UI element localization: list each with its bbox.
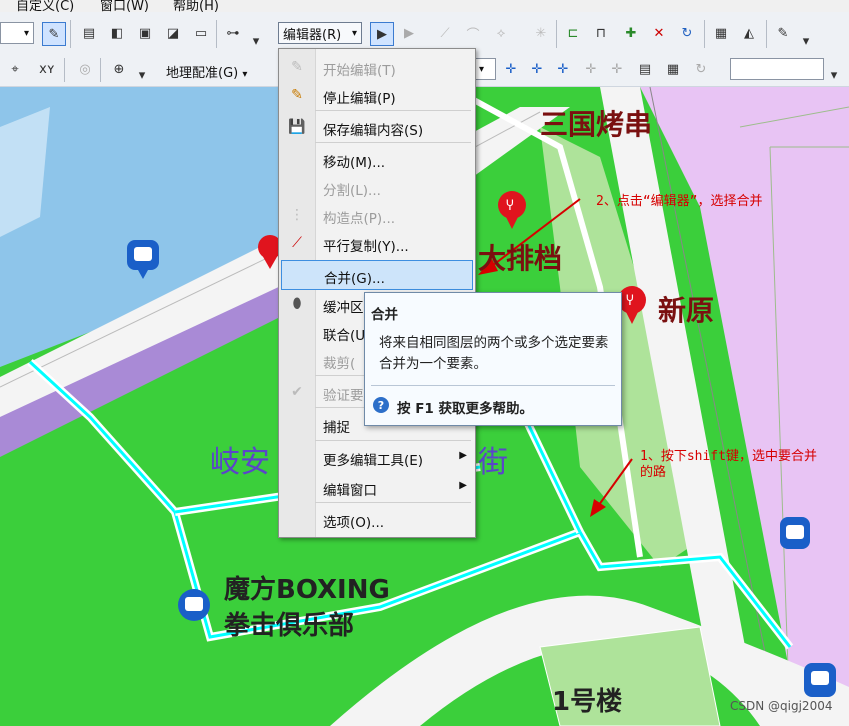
annotation-step1-line1: 1、按下shift键，选中要合并 (640, 449, 817, 464)
end-point-arc-icon[interactable]: ⌒ (462, 22, 484, 44)
cut-polygons-icon[interactable]: ✚ (620, 22, 642, 44)
editor-dropdown-label: 编辑器(R) (283, 27, 342, 43)
trace-icon[interactable]: ⟡ (490, 22, 512, 44)
tooltip-title: 合并 (371, 307, 398, 323)
create-features-icon[interactable]: ✎ (772, 22, 794, 44)
add-control-points-3-icon[interactable]: ✛ (552, 58, 574, 80)
view-link-table-icon[interactable]: ▤ (634, 58, 656, 80)
pencil-stop-icon: ✎ (291, 87, 303, 103)
chevron-down-icon: ▾ (242, 69, 248, 80)
toolbox-icon[interactable]: ◪ (162, 22, 184, 44)
zoom-to-link-icon[interactable]: ✛ (606, 58, 628, 80)
copy-parallel-icon: ⟋ (292, 235, 302, 251)
xy-icon[interactable]: ⅹʏ (36, 58, 58, 80)
menu-help[interactable]: 帮助(H) (173, 0, 219, 12)
model-builder-icon[interactable]: ⊶ (222, 22, 244, 44)
annotation-step1-line2: 的路 (640, 465, 667, 480)
annotation-step2: 2、点击“编辑器”，选择合并 (596, 194, 763, 209)
select-features-icon[interactable]: ✎ (42, 22, 66, 46)
toolbar-overflow-icon[interactable]: ▾ (828, 64, 840, 86)
merge-tooltip: 合并 将来自相同图层的两个或多个选定要素合并为一个要素。 ? 按 F1 获取更多… (364, 292, 622, 426)
map-label-sanguo: 三国烤串 (540, 108, 653, 141)
edit-tool-icon[interactable]: ▶ (370, 22, 394, 46)
layer-dropdown[interactable]: ▾ (474, 58, 496, 80)
chevron-right-icon: ▶ (459, 480, 467, 491)
rotate-raster-icon[interactable]: ↻ (690, 58, 712, 80)
menu-item-move[interactable]: 移动(M)... (279, 145, 475, 173)
add-control-points-icon[interactable]: ✛ (500, 58, 522, 80)
georef-dropdown[interactable]: 地理配准(G) ▾ (166, 62, 247, 81)
menu-bar: 自定义(C) 窗口(W) 帮助(H) (0, 0, 849, 12)
edit-annotation-icon[interactable]: ▶ (398, 22, 420, 44)
bus-stop-marker-2 (178, 589, 210, 621)
georef-dropdown-label: 地理配准(G) (166, 66, 239, 81)
chevron-down-icon: ▾ (479, 63, 485, 75)
toolbar-overflow-icon[interactable]: ▾ (136, 64, 148, 86)
edit-vertices-icon[interactable]: ⊏ (562, 22, 584, 44)
map-label-xinyuan: 新原 (658, 294, 715, 327)
construct-points-icon: ⋮ (290, 207, 304, 223)
link-table-icon[interactable]: ▦ (662, 58, 684, 80)
menu-item-split[interactable]: 分割(L)... (279, 173, 475, 201)
map-label-boxing-line2: 拳击俱乐部 (224, 611, 355, 641)
map-label-building: 1号楼 (552, 687, 623, 717)
bus-stop-marker-4 (804, 663, 836, 697)
tooltip-help-text: 按 F1 获取更多帮助。 (397, 401, 534, 417)
poi-pin-sanguo: Ⴤ (498, 191, 526, 229)
editor-dropdown[interactable]: 编辑器(R) ▾ (278, 22, 362, 44)
pan-icon[interactable]: ⌖ (4, 58, 26, 80)
split-icon[interactable]: ✕ (648, 22, 670, 44)
menu-item-construct-points[interactable]: ⋮ 构造点(P)... (279, 201, 475, 229)
pencil-icon: ✎ (291, 59, 303, 75)
menu-item-stop-editing[interactable]: ✎ 停止编辑(P) (279, 81, 475, 109)
menu-item-merge[interactable]: 合并(G)... (281, 260, 473, 290)
menu-item-start-editing[interactable]: ✎ 开始编辑(T) (279, 53, 475, 81)
scale-dropdown[interactable]: ▾ (0, 22, 34, 44)
sketch-properties-icon[interactable]: ◭ (738, 22, 760, 44)
menu-item-save-edits[interactable]: 💾 保存编辑内容(S) (279, 113, 475, 141)
bus-stop-marker-3 (780, 517, 810, 549)
search-input[interactable] (730, 58, 824, 80)
chevron-right-icon: ▶ (459, 450, 467, 461)
menu-item-editing-windows[interactable]: 编辑窗口 ▶ (279, 473, 475, 501)
chevron-down-icon: ▾ (351, 27, 357, 39)
menu-customize[interactable]: 自定义(C) (16, 0, 74, 12)
reshape-icon[interactable]: ⊓ (590, 22, 612, 44)
refresh-icon[interactable]: ◎ (74, 58, 96, 80)
window-icon[interactable]: ▣ (134, 22, 156, 44)
menu-window[interactable]: 窗口(W) (100, 0, 149, 12)
svg-text:Ⴤ: Ⴤ (506, 199, 514, 214)
toolbar-overflow-icon[interactable]: ▾ (250, 30, 262, 52)
point-icon[interactable]: ✳ (530, 22, 552, 44)
add-control-points-2-icon[interactable]: ✛ (526, 58, 548, 80)
buffer-icon: ⬮ (292, 296, 302, 312)
table-icon[interactable]: ▤ (78, 22, 100, 44)
rotate-icon[interactable]: ↻ (676, 22, 698, 44)
map-label-jie: 街 (478, 445, 508, 480)
map-label-dapaidang: 大排档 (478, 242, 563, 275)
select-link-icon[interactable]: ✛ (580, 58, 602, 80)
layer-icon[interactable]: ◧ (106, 22, 128, 44)
svg-text:Ⴤ: Ⴤ (626, 294, 634, 309)
toolbar-overflow-icon[interactable]: ▾ (800, 30, 812, 52)
python-window-icon[interactable]: ▭ (190, 22, 212, 44)
chevron-down-icon: ▾ (23, 27, 29, 39)
menu-item-more-tools[interactable]: 更多编辑工具(E) ▶ (279, 443, 475, 471)
attributes-icon[interactable]: ▦ (710, 22, 732, 44)
straight-segment-icon[interactable]: ⟋ (434, 22, 456, 44)
menu-item-options[interactable]: 选项(O)... (279, 505, 475, 533)
watermark: CSDN @qigj2004 (730, 699, 833, 713)
map-label-qian: 岐安 (210, 445, 270, 480)
zoom-in-icon[interactable]: ⊕ (108, 58, 130, 80)
help-icon: ? (373, 397, 389, 413)
tooltip-description: 将来自相同图层的两个或多个选定要素合并为一个要素。 (379, 335, 609, 372)
map-label-boxing-line1: 魔方BOXING (224, 575, 390, 605)
save-edits-icon: 💾 (288, 119, 306, 135)
menu-item-copy-parallel[interactable]: ⟋ 平行复制(Y)... (279, 229, 475, 257)
validate-icon: ✔ (291, 384, 303, 400)
